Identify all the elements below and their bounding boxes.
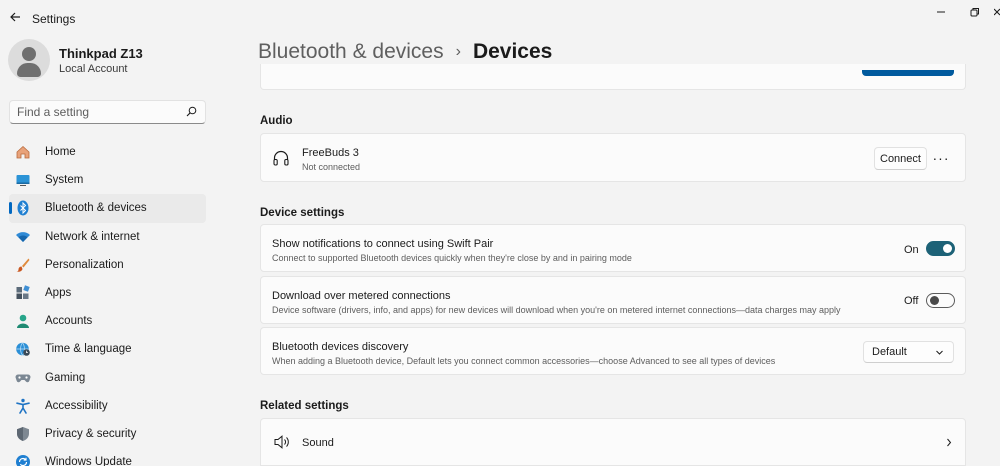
breadcrumb-separator: › (455, 43, 461, 60)
metered-toggle[interactable] (926, 293, 955, 308)
sidebar-item-label: Privacy & security (45, 427, 137, 440)
scrolled-card (260, 64, 966, 90)
profile-name: Thinkpad Z13 (59, 45, 143, 61)
sidebar-item-label: Time & language (45, 343, 132, 356)
sidebar-item-label: System (45, 174, 84, 187)
swift-pair-state: On (904, 244, 919, 256)
back-arrow-icon (10, 12, 20, 22)
search-box (9, 100, 206, 124)
sidebar-item-label: Accessibility (45, 399, 108, 412)
shield-icon (15, 426, 31, 442)
profile-account-type: Local Account (59, 62, 128, 75)
sidebar-item-label: Gaming (45, 371, 86, 384)
sidebar-item-accounts[interactable]: Accounts (9, 307, 206, 335)
swift-pair-setting: Show notifications to connect using Swif… (260, 224, 966, 272)
globe-clock-icon (15, 341, 31, 357)
sidebar-item-personalization[interactable]: Personalization (9, 251, 206, 279)
minimize-icon (937, 11, 945, 13)
close-icon (994, 8, 1000, 16)
wifi-icon (15, 229, 31, 245)
chevron-down-icon (936, 350, 943, 355)
app-title: Settings (32, 12, 76, 26)
discovery-description: When adding a Bluetooth device, Default … (272, 356, 776, 366)
sidebar-item-system[interactable]: System (9, 166, 206, 194)
sidebar-item-label: Accounts (45, 315, 93, 328)
search-icon[interactable] (186, 106, 197, 117)
discovery-title: Bluetooth devices discovery (272, 341, 409, 353)
speaker-icon (274, 435, 289, 449)
window-controls (924, 0, 1000, 24)
accessibility-icon (15, 398, 31, 414)
bluetooth-icon (15, 200, 31, 216)
restore-button[interactable] (958, 0, 992, 24)
back-button[interactable] (6, 8, 24, 26)
sidebar-item-bluetooth-devices[interactable]: Bluetooth & devices (9, 194, 206, 223)
metered-state: Off (904, 295, 919, 307)
primary-button[interactable] (862, 70, 954, 76)
close-button[interactable] (992, 0, 1000, 24)
section-title-device-settings: Device settings (260, 207, 345, 219)
avatar (8, 39, 50, 81)
sidebar-nav: Home System Bluetooth & devices Network … (9, 138, 206, 466)
search-input[interactable] (10, 101, 180, 123)
sidebar-item-label: Bluetooth & devices (45, 202, 147, 215)
swift-pair-title: Show notifications to connect using Swif… (272, 238, 494, 250)
discovery-selected: Default (872, 346, 907, 358)
discovery-setting: Bluetooth devices discovery When adding … (260, 327, 966, 375)
device-status: Not connected (302, 162, 361, 172)
metered-download-setting: Download over metered connections Device… (260, 276, 966, 324)
headphones-icon (273, 150, 289, 166)
sidebar-item-time-language[interactable]: Time & language (9, 335, 206, 363)
sound-link[interactable]: Sound (260, 418, 966, 466)
section-title-related: Related settings (260, 400, 349, 412)
breadcrumb: Bluetooth & devices › Devices (258, 40, 552, 64)
breadcrumb-parent[interactable]: Bluetooth & devices (258, 40, 444, 64)
audio-device-card: FreeBuds 3 Not connected Connect ··· (260, 133, 966, 182)
swift-pair-description: Connect to supported Bluetooth devices q… (272, 253, 632, 263)
page-title: Devices (472, 40, 553, 63)
sidebar-item-gaming[interactable]: Gaming (9, 364, 206, 392)
sidebar-item-label: Network & internet (45, 230, 140, 243)
more-options-button[interactable]: ··· (931, 148, 951, 168)
sidebar-item-home[interactable]: Home (9, 138, 206, 166)
restore-icon (970, 8, 979, 17)
device-name: FreeBuds 3 (302, 147, 359, 159)
connect-button[interactable]: Connect (874, 147, 927, 170)
sidebar-item-label: Personalization (45, 258, 124, 271)
home-icon (15, 144, 31, 160)
apps-icon (15, 285, 31, 301)
brush-icon (15, 257, 31, 273)
metered-description: Device software (drivers, info, and apps… (272, 305, 841, 315)
discovery-dropdown[interactable]: Default (863, 341, 954, 363)
minimize-button[interactable] (924, 0, 958, 24)
sidebar-item-label: Windows Update (45, 456, 132, 466)
sidebar-item-label: Home (45, 146, 76, 159)
sidebar-item-label: Apps (45, 287, 72, 300)
gamepad-icon (15, 370, 31, 386)
accounts-icon (15, 313, 31, 329)
sidebar-item-apps[interactable]: Apps (9, 279, 206, 307)
metered-title: Download over metered connections (272, 290, 451, 302)
section-title-audio: Audio (260, 115, 293, 127)
user-profile[interactable]: Thinkpad Z13 Local Account (8, 38, 143, 82)
chevron-right-icon (947, 438, 952, 447)
swift-pair-toggle[interactable] (926, 241, 955, 256)
sidebar-item-accessibility[interactable]: Accessibility (9, 392, 206, 420)
sidebar-item-network[interactable]: Network & internet (9, 223, 206, 251)
update-icon (15, 454, 31, 466)
system-icon (15, 172, 31, 188)
sidebar-item-privacy-security[interactable]: Privacy & security (9, 420, 206, 448)
title-bar: Settings (0, 0, 1000, 34)
sound-label: Sound (302, 437, 334, 449)
sidebar-item-windows-update[interactable]: Windows Update (9, 448, 206, 466)
